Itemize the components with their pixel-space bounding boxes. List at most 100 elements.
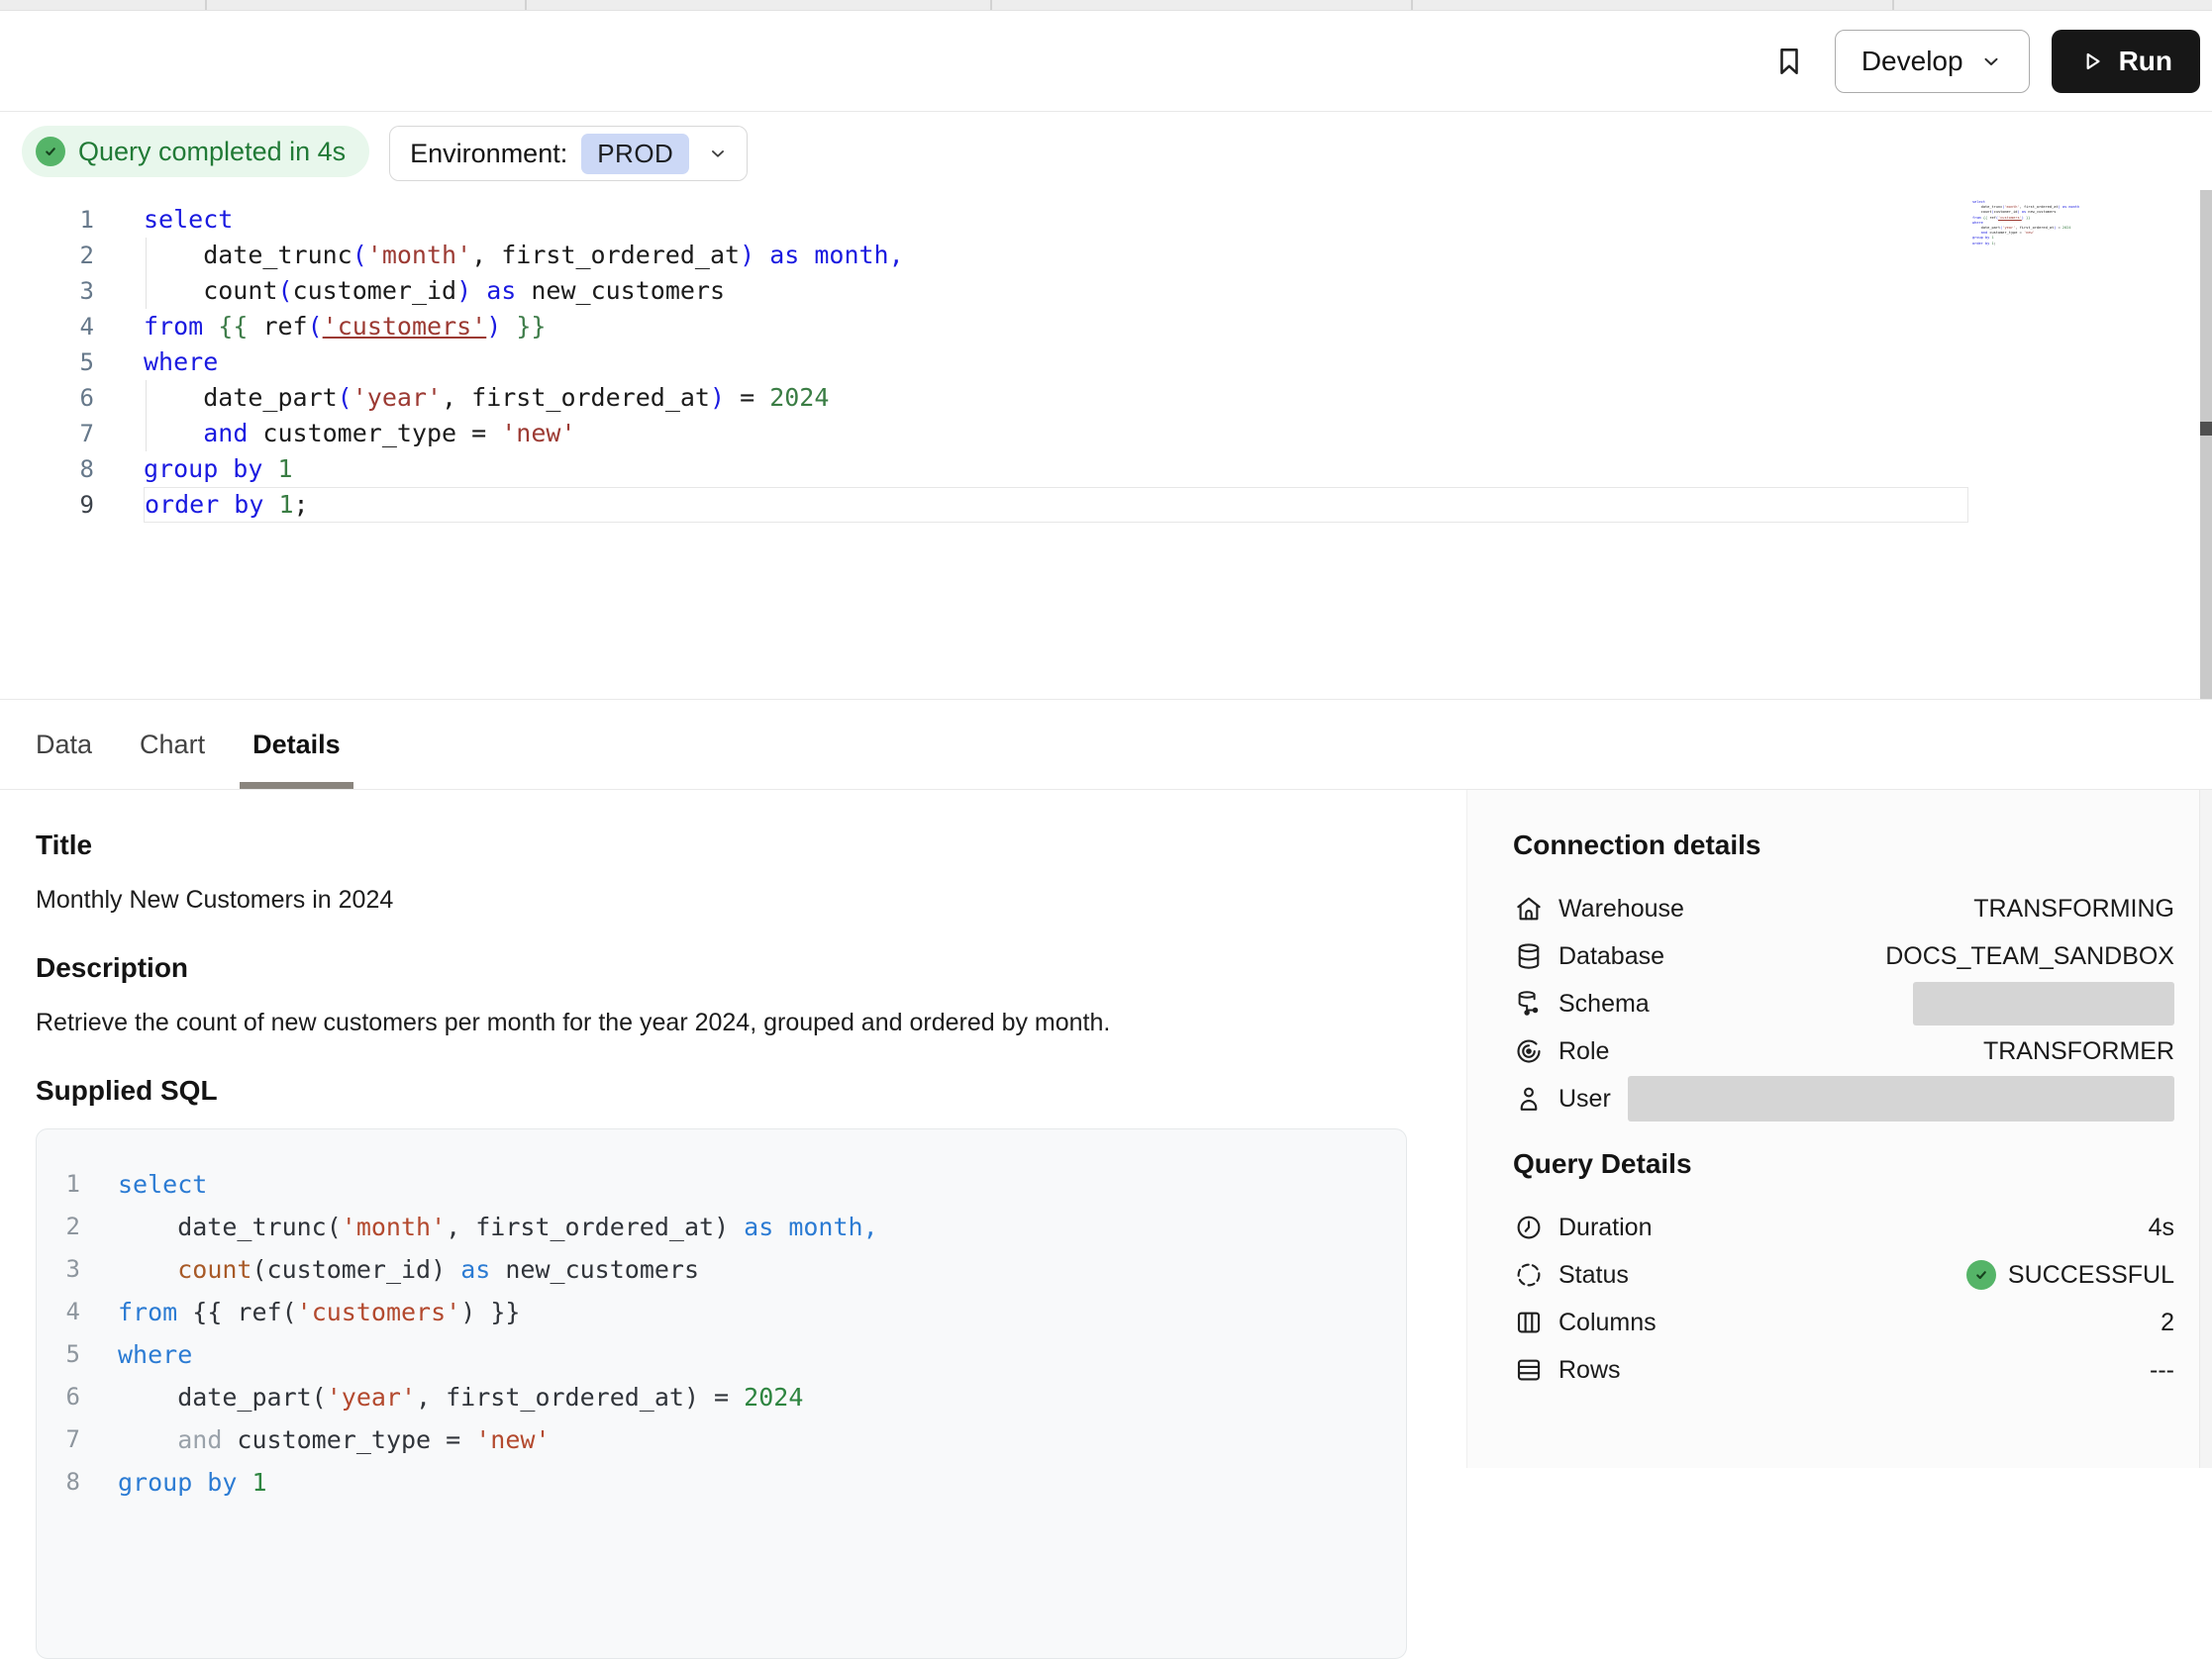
token-pl2 — [118, 1425, 177, 1454]
line-code: group by 1 — [144, 451, 2212, 487]
tab-divider — [990, 0, 992, 10]
token-pl2: (customer_id) — [251, 1255, 460, 1284]
token-pl2 — [118, 1255, 177, 1284]
user-redacted-value — [1628, 1076, 2174, 1122]
token-pa: ( — [338, 383, 352, 412]
token-kw2: select — [118, 1170, 207, 1199]
columns-icon — [1513, 1307, 1545, 1338]
token-num2: 1 — [251, 1468, 266, 1497]
code-line-1: 1select — [37, 1163, 1406, 1206]
query-status-bar: Query completed in 4s Environment: PROD — [0, 112, 2212, 181]
token-pl — [262, 454, 277, 483]
token-kw2: where — [118, 1340, 192, 1369]
token-pl2: date_trunc( — [118, 1213, 342, 1241]
description-heading: Description — [36, 952, 1407, 984]
develop-label: Develop — [1861, 46, 1963, 77]
code-line-3[interactable]: 3 count(customer_id) as new_customers — [0, 273, 2212, 309]
tab-data[interactable]: Data — [36, 700, 92, 789]
token-pa: ( — [277, 276, 292, 305]
tab-divider — [525, 0, 527, 10]
role-icon — [1513, 1035, 1545, 1067]
token-pl — [144, 419, 203, 447]
line-code: where — [118, 1333, 192, 1376]
rows-label: Rows — [1558, 1356, 1621, 1385]
bookmark-button[interactable] — [1767, 40, 1811, 83]
token-kw: order by — [145, 490, 263, 519]
query-details-rows: Duration4sStatusSUCCESSFULColumns2Rows--… — [1513, 1204, 2174, 1394]
role-value: TRANSFORMER — [1983, 1037, 2174, 1066]
indent-guide — [146, 380, 147, 416]
token-pa: ) — [710, 383, 725, 412]
database-icon — [1513, 940, 1545, 972]
tab-details[interactable]: Details — [252, 700, 341, 789]
sql-editor[interactable]: 1select2 date_trunc('month', first_order… — [0, 181, 2212, 700]
line-code: and customer_type = 'new' — [144, 416, 2212, 451]
code-line-4[interactable]: 4from {{ ref('customers') }} — [0, 309, 2212, 344]
code-line-7[interactable]: 7 and customer_type = 'new' — [0, 416, 2212, 451]
minimap-line: order by 1; — [1972, 242, 2079, 246]
tab-chart[interactable]: Chart — [140, 700, 205, 789]
token-str2: 'month' — [342, 1213, 446, 1241]
query-editor-app: { "toolbar": { "develop_label": "Develop… — [0, 0, 2212, 1467]
run-button[interactable]: Run — [2052, 30, 2200, 93]
token-num: 1 — [278, 490, 293, 519]
line-code: select — [118, 1163, 207, 1206]
supplied-sql-heading: Supplied SQL — [36, 1075, 1407, 1107]
token-pl2: customer_type = — [222, 1425, 475, 1454]
query-details-heading: Query Details — [1513, 1148, 2174, 1180]
line-number: 5 — [37, 1333, 80, 1376]
tab-divider — [205, 0, 207, 10]
code-line-6[interactable]: 6 date_part('year', first_ordered_at) = … — [0, 380, 2212, 416]
environment-selector[interactable]: Environment: PROD — [389, 126, 748, 181]
database-label: Database — [1558, 942, 1664, 971]
token-pl2: , first_ordered_at) = — [416, 1383, 744, 1412]
user-row: User — [1513, 1075, 2174, 1122]
status-label: Status — [1558, 1261, 1629, 1290]
code-line-5[interactable]: 5where — [0, 344, 2212, 380]
bookmark-icon — [1771, 44, 1807, 79]
title-heading: Title — [36, 830, 1407, 861]
editor-scrollbar-thumb[interactable] — [2200, 422, 2212, 436]
token-br: }} — [516, 312, 546, 341]
develop-dropdown-button[interactable]: Develop — [1835, 30, 2030, 93]
token-pl: = — [725, 383, 769, 412]
warehouse-value: TRANSFORMING — [1973, 895, 2174, 924]
code-line-4: 4from {{ ref('customers') }} — [37, 1291, 1406, 1333]
line-number: 3 — [37, 1248, 80, 1291]
run-label: Run — [2119, 46, 2172, 77]
token-fn: count — [177, 1255, 251, 1284]
line-number: 6 — [0, 380, 94, 416]
details-left-pane: Title Monthly New Customers in 2024 Desc… — [0, 790, 1466, 1468]
token-num: 1 — [277, 454, 292, 483]
token-br: {{ — [218, 312, 248, 341]
success-check-icon — [1966, 1260, 1996, 1290]
results-tab-bar: Data Chart Details — [0, 700, 2212, 790]
rows-value: --- — [2150, 1356, 2174, 1385]
details-content: Title Monthly New Customers in 2024 Desc… — [0, 790, 2212, 1468]
code-line-8[interactable]: 8 group by 1 — [0, 451, 2212, 487]
code-line-2[interactable]: 2 date_trunc('month', first_ordered_at) … — [0, 238, 2212, 273]
editor-scrollbar[interactable] — [2200, 190, 2212, 699]
columns-value: 2 — [2161, 1309, 2174, 1337]
token-pl: ; — [294, 490, 309, 519]
token-pl: customer_type = — [248, 419, 501, 447]
line-code: count(customer_id) as new_customers — [144, 273, 2212, 309]
columns-label: Columns — [1558, 1309, 1657, 1337]
line-number: 4 — [37, 1291, 80, 1333]
tab-divider — [1892, 0, 1894, 10]
line-code: date_part('year', first_ordered_at) = 20… — [118, 1376, 803, 1418]
environment-value-pill: PROD — [581, 134, 689, 174]
details-right-panel: Connection details WarehouseTRANSFORMING… — [1466, 790, 2212, 1468]
editor-lines[interactable]: 1select2 date_trunc('month', first_order… — [0, 202, 2212, 523]
token-pl2 — [237, 1468, 251, 1497]
token-str: 'month' — [367, 241, 471, 269]
token-kw2: as month, — [744, 1213, 877, 1241]
description-value: Retrieve the count of new customers per … — [36, 1006, 1407, 1039]
code-line-1[interactable]: 1select — [0, 202, 2212, 238]
line-code: date_part('year', first_ordered_at) = 20… — [144, 380, 2212, 416]
line-number: 8 — [0, 451, 94, 487]
code-line-9[interactable]: 9order by 1; — [0, 487, 2212, 523]
panel-scrollbar[interactable] — [2199, 790, 2212, 1468]
editor-minimap[interactable]: select date_trunc('month', first_ordered… — [1972, 200, 2079, 246]
columns-row: Columns 2 — [1513, 1299, 2174, 1346]
